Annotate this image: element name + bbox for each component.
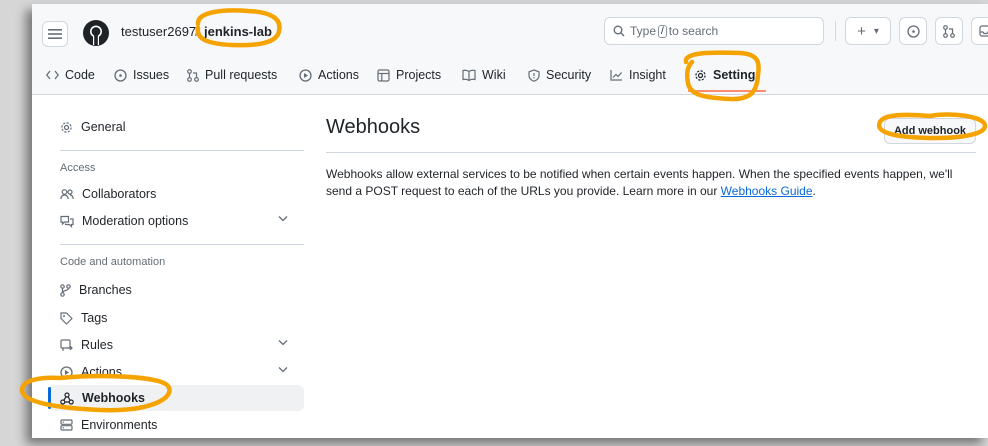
repo-push-icon xyxy=(60,338,73,351)
header-divider xyxy=(835,21,836,41)
tag-icon xyxy=(60,311,73,325)
sidebar-item-label: General xyxy=(81,120,126,134)
sidebar-item-tags[interactable]: Tags xyxy=(48,305,304,331)
inbox-button[interactable] xyxy=(971,17,988,45)
issues-button[interactable] xyxy=(899,17,927,45)
comment-discussion-icon xyxy=(60,215,74,228)
sidebar-item-actions[interactable]: Actions xyxy=(48,359,304,385)
sidebar-heading-code: Code and automation xyxy=(60,256,166,268)
search-suffix: to search xyxy=(668,24,719,38)
sidebar-item-rules[interactable]: Rules xyxy=(48,332,304,358)
sidebar-item-label: Tags xyxy=(81,311,108,325)
pull-request-icon xyxy=(187,68,199,82)
search-input[interactable]: Type / to search xyxy=(604,17,824,45)
active-tab-indicator xyxy=(688,90,766,92)
tab-actions[interactable]: Actions xyxy=(299,56,359,94)
chevron-down-icon xyxy=(278,367,288,373)
tab-label: Wiki xyxy=(482,68,506,82)
hamburger-icon xyxy=(48,29,62,39)
issue-icon xyxy=(114,68,127,82)
people-icon xyxy=(60,189,74,200)
issue-icon xyxy=(906,24,920,38)
sidebar-item-branches[interactable]: Branches xyxy=(48,277,304,303)
search-shortcut-key: / xyxy=(658,24,667,38)
pull-request-icon xyxy=(943,24,955,38)
inbox-icon xyxy=(978,25,988,37)
sidebar-item-label: Webhooks xyxy=(82,391,145,405)
tab-issues[interactable]: Issues xyxy=(114,56,169,94)
browser-page: testuser2697 / jenkins-lab Type / to sea… xyxy=(32,4,988,438)
repo-owner-link[interactable]: testuser2697 xyxy=(121,24,196,39)
active-item-indicator xyxy=(48,387,51,409)
description-text: Webhooks allow external services to be n… xyxy=(326,167,953,198)
repo-name-link[interactable]: jenkins-lab xyxy=(204,24,272,39)
add-webhook-button[interactable]: Add webhook xyxy=(884,118,976,144)
menu-button[interactable] xyxy=(42,21,68,47)
global-header: testuser2697 / jenkins-lab Type / to sea… xyxy=(32,4,988,56)
title-divider xyxy=(326,152,976,153)
sidebar-divider xyxy=(60,244,304,245)
graph-icon xyxy=(610,70,622,81)
webhooks-description: Webhooks allow external services to be n… xyxy=(326,166,976,200)
server-icon xyxy=(60,419,73,431)
search-icon xyxy=(613,25,625,37)
pull-requests-button[interactable] xyxy=(935,17,963,45)
sidebar-heading-access: Access xyxy=(60,162,96,174)
sidebar-item-general[interactable]: General xyxy=(48,114,304,140)
breadcrumb-separator: / xyxy=(195,24,199,39)
table-icon xyxy=(377,68,390,82)
sidebar-item-environments[interactable]: Environments xyxy=(48,412,304,438)
sidebar-item-moderation[interactable]: Moderation options xyxy=(48,208,304,234)
shield-icon xyxy=(528,68,540,82)
description-period: . xyxy=(812,184,816,198)
tab-label: Setting xyxy=(713,68,756,82)
create-new-button[interactable]: + ▾ xyxy=(845,17,891,45)
tab-wiki[interactable]: Wiki xyxy=(462,56,506,94)
sidebar-item-label: Branches xyxy=(79,283,132,297)
gear-icon xyxy=(61,121,72,133)
tab-label: Projects xyxy=(396,68,442,82)
branch-icon xyxy=(60,283,71,297)
github-logo-icon[interactable] xyxy=(82,19,110,52)
code-icon xyxy=(46,70,59,80)
sidebar-item-webhooks[interactable]: Webhooks xyxy=(48,385,304,411)
chevron-down-icon: ▾ xyxy=(873,25,879,37)
plus-icon: + xyxy=(857,22,866,40)
tab-label: Insight xyxy=(629,68,666,82)
sidebar-item-collaborators[interactable]: Collaborators xyxy=(48,181,304,207)
sidebar-item-label: Moderation options xyxy=(82,214,189,228)
tab-label: Code xyxy=(65,68,95,82)
sidebar-item-label: Actions xyxy=(81,365,122,379)
tab-code[interactable]: Code xyxy=(46,56,95,94)
gear-icon xyxy=(695,69,706,81)
tab-settings[interactable]: Setting xyxy=(694,56,755,94)
sidebar-item-label: Rules xyxy=(81,338,113,352)
tab-label: Security xyxy=(546,68,592,82)
search-prefix: Type xyxy=(630,24,657,38)
chevron-down-icon xyxy=(278,340,288,346)
play-icon xyxy=(299,68,312,82)
tab-label: Actions xyxy=(318,68,359,82)
sidebar-item-label: Environments xyxy=(81,418,158,432)
webhook-icon xyxy=(60,391,74,405)
tab-pull-requests[interactable]: Pull requests xyxy=(187,56,277,94)
tab-insights[interactable]: Insight xyxy=(610,56,666,94)
book-icon xyxy=(462,69,476,81)
sidebar-divider xyxy=(60,150,304,151)
chevron-down-icon xyxy=(278,216,288,222)
tab-label: Issues xyxy=(133,68,170,82)
tab-security[interactable]: Security xyxy=(528,56,591,94)
page-title: Webhooks xyxy=(326,116,421,138)
play-icon xyxy=(60,365,73,379)
tab-label: Pull requests xyxy=(205,68,278,82)
webhooks-guide-link[interactable]: Webhooks Guide xyxy=(721,184,813,198)
tab-projects[interactable]: Projects xyxy=(377,56,441,94)
sidebar-item-label: Collaborators xyxy=(82,187,157,201)
repo-nav: Code Issues Pull requests Actions Projec… xyxy=(32,56,988,95)
